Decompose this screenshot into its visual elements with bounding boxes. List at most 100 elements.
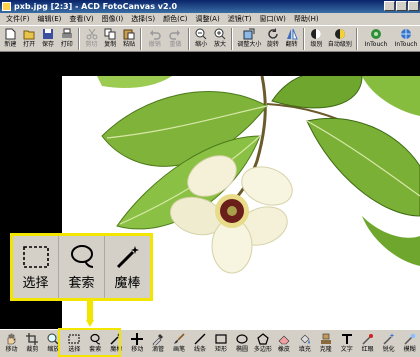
open-label: 打开 — [23, 41, 36, 48]
tools-zoom-callout: 选择 套索 魔棒 — [10, 233, 153, 301]
tool-ellipse[interactable]: 椭圆 — [231, 330, 252, 357]
paste-button[interactable]: 粘贴 — [120, 26, 139, 52]
tool-red-eye[interactable]: 红眼 — [357, 330, 378, 357]
window-controls — [384, 1, 419, 11]
menu-file[interactable]: 文件(F) — [2, 14, 34, 24]
main-toolbar: 新建 打开 保存 打印 剪切 复制 粘贴 撤销 重做 缩小 放大 调整大小 旋转… — [0, 25, 420, 52]
sharpen-icon — [383, 333, 395, 345]
menu-view[interactable]: 查看(V) — [65, 14, 97, 24]
flip-icon — [286, 28, 298, 40]
blur-icon — [404, 333, 416, 345]
move-icon — [131, 333, 144, 345]
menu-color[interactable]: 颜色(C) — [159, 14, 191, 24]
tool-fill[interactable]: 填充 — [294, 330, 315, 357]
toolbar-separator — [231, 28, 234, 50]
auto-levels-label: 自动级别 — [327, 41, 352, 48]
window-title: pxb.jpg [2:3] - ACD FotoCanvas v2.0 — [14, 2, 178, 11]
eraser-icon — [278, 333, 290, 345]
close-button[interactable] — [408, 1, 419, 11]
intouch-label: InTouch — [364, 41, 388, 48]
tool-eraser[interactable]: 橡皮 — [273, 330, 294, 357]
undo-icon — [149, 28, 161, 40]
print-icon — [61, 28, 73, 40]
print-button[interactable]: 打印 — [57, 26, 76, 52]
crop-icon — [26, 333, 39, 345]
fill-icon — [299, 333, 311, 345]
menu-select[interactable]: 选择(S) — [127, 14, 159, 24]
tool-brush-label: 画笔 — [173, 346, 186, 353]
eyedropper-icon — [152, 333, 164, 347]
selection-icon — [21, 244, 51, 270]
tool-clone[interactable]: 克隆 — [315, 330, 336, 357]
tool-move[interactable]: 移动 — [127, 330, 148, 357]
callout-select-label: 选择 — [22, 275, 49, 291]
toolbar-separator — [78, 28, 81, 50]
menu-adjust[interactable]: 调整(A) — [191, 14, 223, 24]
rotate-label: 旋转 — [266, 41, 279, 48]
tool-text[interactable]: 文字 — [336, 330, 357, 357]
polygon-icon — [257, 333, 269, 345]
tool-sharpen[interactable]: 锐化 — [378, 330, 399, 357]
tool-blur[interactable]: 模糊 — [399, 330, 420, 357]
resize-button[interactable]: 调整大小 — [235, 26, 263, 52]
tool-brush[interactable]: 画笔 — [169, 330, 190, 357]
flip-button[interactable]: 翻转 — [282, 26, 301, 52]
maximize-button[interactable] — [396, 1, 407, 11]
resize-label: 调整大小 — [237, 41, 262, 48]
print-label: 打印 — [60, 41, 73, 48]
levels-label: 级别 — [310, 41, 323, 48]
hand-icon — [5, 333, 17, 345]
toolbar-separator — [303, 28, 306, 50]
minimize-button[interactable] — [384, 1, 395, 11]
new-button[interactable]: 新建 — [1, 26, 20, 52]
flip-label: 翻转 — [285, 41, 298, 48]
tool-sharpen-label: 锐化 — [382, 346, 395, 353]
redo-label: 重做 — [169, 41, 182, 48]
tool-crop[interactable]: 裁剪 — [22, 330, 43, 357]
tool-line[interactable]: 线条 — [190, 330, 211, 357]
levels-button[interactable]: 级别 — [307, 26, 326, 52]
tool-move-label: 移动 — [131, 346, 144, 353]
auto-levels-button[interactable]: 自动级别 — [326, 26, 354, 52]
clone-icon — [320, 333, 332, 345]
tool-red-eye-label: 红眼 — [361, 346, 374, 353]
open-folder-icon — [23, 28, 35, 40]
intouch-icon — [370, 28, 382, 40]
tool-eyedropper[interactable]: 滴管 — [148, 330, 169, 357]
open-button[interactable]: 打开 — [20, 26, 39, 52]
menu-window[interactable]: 窗口(W) — [255, 14, 289, 24]
menu-help[interactable]: 帮助(H) — [290, 14, 323, 24]
rotate-button[interactable]: 旋转 — [264, 26, 283, 52]
save-button[interactable]: 保存 — [39, 26, 58, 52]
tool-rectangle[interactable]: 矩形 — [211, 330, 232, 357]
undo-button[interactable]: 撤销 — [144, 26, 165, 52]
copy-label: 复制 — [104, 41, 117, 48]
copy-button[interactable]: 复制 — [101, 26, 120, 52]
tool-polygon-label: 多边形 — [253, 346, 272, 353]
cut-label: 剪切 — [85, 41, 98, 48]
zoom-out-button[interactable]: 缩小 — [192, 26, 211, 52]
rotate-icon — [267, 28, 279, 40]
tool-polygon[interactable]: 多边形 — [252, 330, 273, 357]
new-label: 新建 — [4, 41, 17, 48]
menu-image[interactable]: 图像(I) — [98, 14, 128, 24]
menu-edit[interactable]: 编辑(E) — [34, 14, 66, 24]
zoom-in-button[interactable]: 放大 — [211, 26, 230, 52]
cut-button[interactable]: 剪切 — [82, 26, 101, 52]
toolbar-separator — [140, 28, 143, 50]
tool-clone-label: 克隆 — [319, 346, 332, 353]
tool-crop-label: 裁剪 — [26, 346, 39, 353]
brush-icon — [173, 333, 185, 345]
toolbar-separator — [187, 28, 190, 50]
zoom-in-label: 放大 — [213, 41, 226, 48]
tool-text-label: 文字 — [340, 346, 353, 353]
intouch-web-button[interactable]: InTouch — [392, 26, 420, 52]
zoom-in-icon — [214, 28, 226, 40]
menu-filter[interactable]: 滤镜(T) — [224, 14, 256, 24]
ellipse-icon — [236, 333, 248, 345]
callout-magic-wand-tool: 魔棒 — [105, 236, 150, 298]
redo-button[interactable]: 重做 — [165, 26, 186, 52]
tool-pan[interactable]: 移动 — [1, 330, 22, 357]
resize-icon — [243, 28, 255, 40]
intouch-button[interactable]: InTouch — [360, 26, 392, 52]
